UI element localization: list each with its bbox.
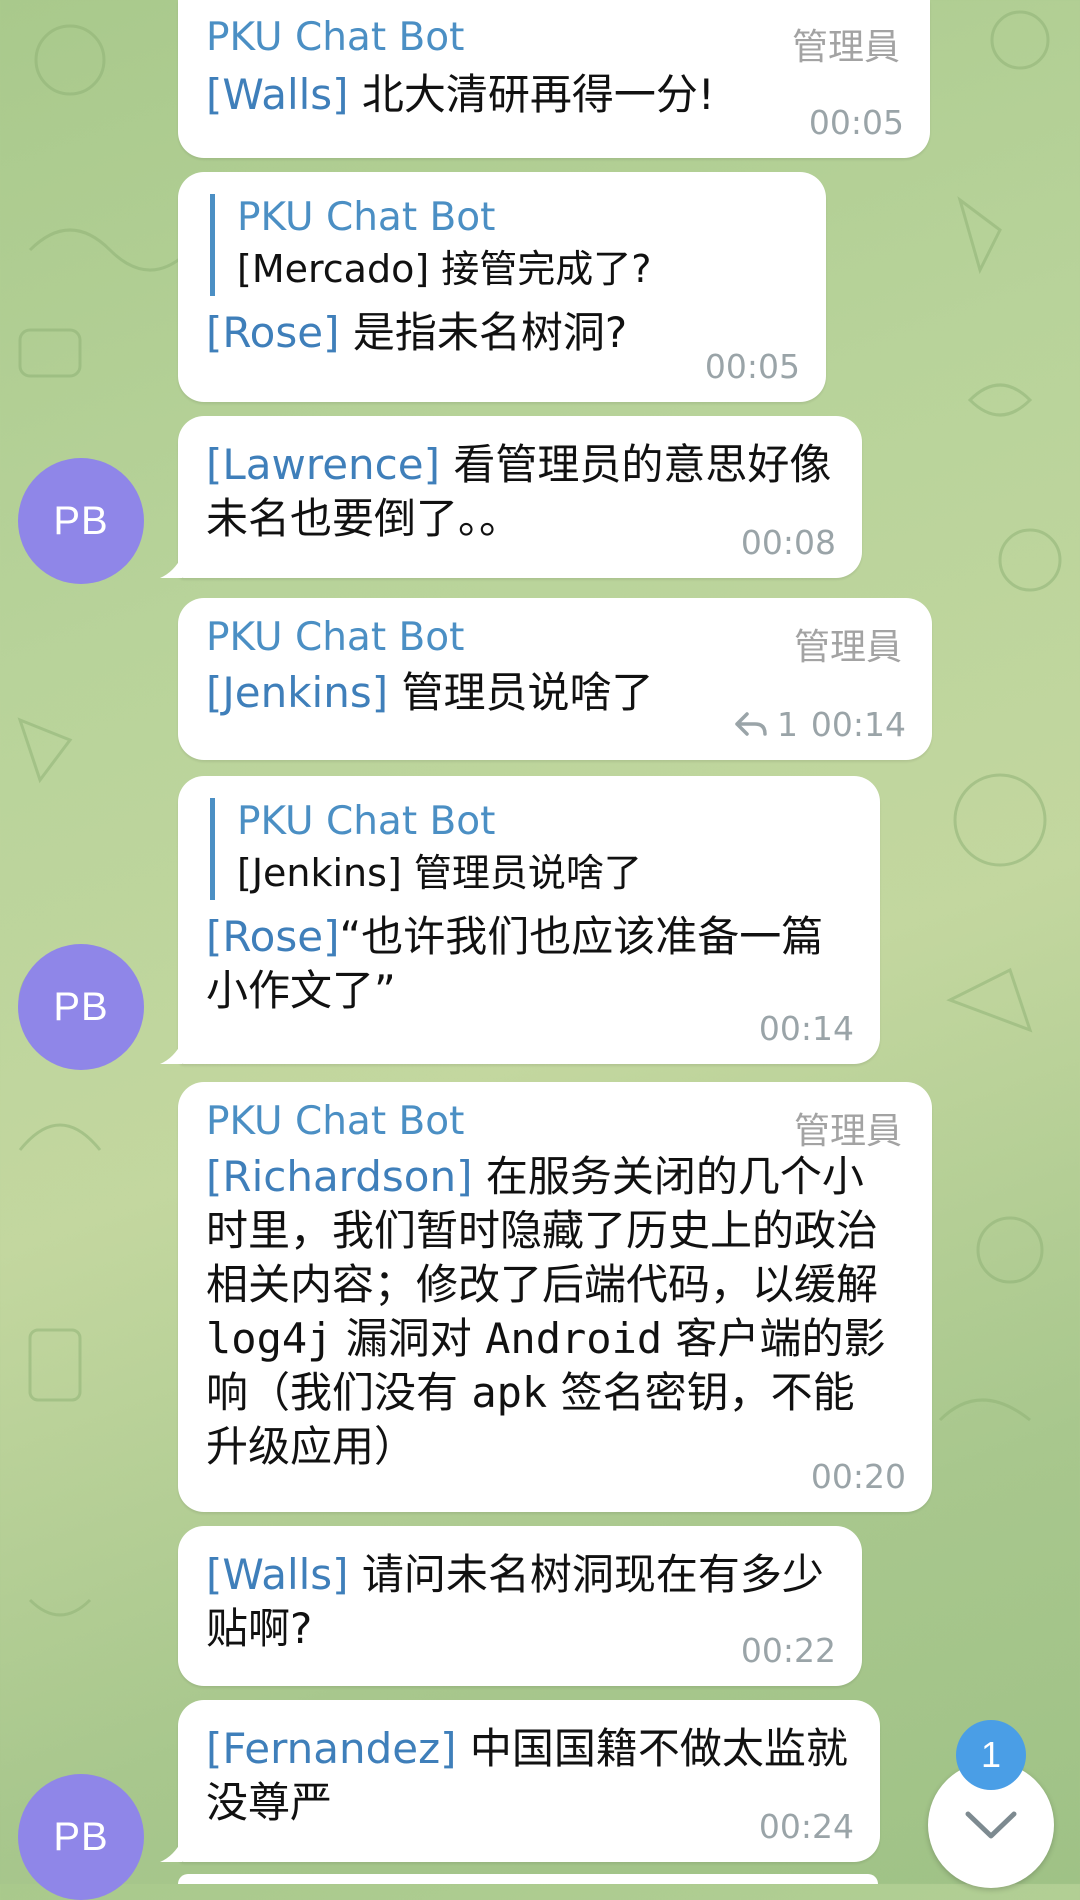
admin-role-label: 管理員 [793, 627, 902, 668]
bubble-tail [160, 1840, 182, 1862]
inline-code: log4j [206, 1314, 333, 1363]
quote-sender: PKU Chat Bot [237, 799, 496, 844]
avatar[interactable]: PB [18, 458, 144, 584]
bubble-tail [160, 556, 182, 578]
avatar[interactable]: PB [18, 944, 144, 1070]
message-text: [Fernandez] 中国国籍不做太监就没尊严 [206, 1724, 848, 1827]
reply-count: 1 [777, 705, 798, 744]
message-bubble[interactable]: [Fernandez] 中国国籍不做太监就没尊严 00:24 [160, 1700, 880, 1862]
message-text: [Jenkins] 管理员说啥了 [206, 668, 654, 717]
inline-code: apk [471, 1368, 548, 1417]
message-time: 00:05 [704, 347, 800, 386]
reply-counter[interactable]: 1 [733, 705, 798, 744]
admin-role-label: 管理員 [793, 1111, 902, 1152]
user-tag: [Richardson] [206, 1152, 473, 1201]
message-time: 00:24 [758, 1807, 854, 1846]
message-time: 00:08 [740, 523, 836, 562]
user-tag: [Lawrence] [206, 440, 440, 489]
message-text: [Richardson] 在服务关闭的几个小时里，我们暂时隐藏了历史上的政治相关… [206, 1152, 886, 1471]
message-bubble[interactable]: PKU Chat Bot 管理員 [Jenkins] 管理员说啥了 1 00:1… [178, 598, 932, 760]
user-tag: [Jenkins] [206, 668, 389, 717]
reply-quote[interactable]: PKU Chat Bot [Mercado] 接管完成了? [210, 194, 800, 296]
avatar[interactable]: PB [18, 1774, 144, 1900]
message-bubble[interactable]: [Walls] 请问未名树洞现在有多少贴啊? 00:22 [178, 1526, 862, 1686]
message-time: 00:14 [810, 705, 906, 744]
quote-sender: PKU Chat Bot [237, 195, 496, 240]
inline-code: Android [485, 1314, 663, 1363]
message-bubble[interactable]: [Lawrence] 看管理员的意思好像未名也要倒了。。 00:08 [160, 416, 862, 578]
bubble-tail [160, 1042, 182, 1064]
user-tag: [Rose] [206, 308, 340, 357]
message-text: [Rose]“也许我们也应该准备一篇小作文了” [206, 912, 824, 1015]
message-time: 00:05 [808, 103, 904, 142]
user-tag: [Rose] [206, 912, 340, 961]
reply-quote[interactable]: PKU Chat Bot [Jenkins] 管理员说啥了 [210, 798, 854, 900]
message-bubble[interactable]: PKU Chat Bot 管理員 [Walls] 北大清研再得一分! 00:05 [178, 0, 930, 158]
message-text: [Walls] 北大清研再得一分! [206, 70, 715, 119]
quote-text: [Mercado] 接管完成了? [237, 247, 652, 291]
admin-role-label: 管理員 [791, 27, 900, 68]
message-time: 00:20 [810, 1457, 906, 1496]
message-bubble[interactable]: PKU Chat Bot 管理員 [Richardson] 在服务关闭的几个小时… [178, 1082, 932, 1512]
unread-badge: 1 [956, 1720, 1026, 1790]
message-time: 00:14 [758, 1009, 854, 1048]
message-bubble[interactable]: PKU Chat Bot [Jenkins] 管理员说啥了 [Rose]“也许我… [160, 776, 880, 1064]
user-tag: [Walls] [206, 1550, 349, 1599]
quote-text: [Jenkins] 管理员说啥了 [237, 851, 642, 895]
message-bubble-partial [178, 1874, 878, 1884]
message-time: 00:22 [740, 1631, 836, 1670]
user-tag: [Fernandez] [206, 1724, 457, 1773]
chevron-down-icon [965, 1811, 1017, 1839]
user-tag: [Walls] [206, 70, 349, 119]
reply-icon [735, 711, 767, 736]
message-bubble[interactable]: PKU Chat Bot [Mercado] 接管完成了? [Rose] 是指未… [178, 172, 826, 402]
